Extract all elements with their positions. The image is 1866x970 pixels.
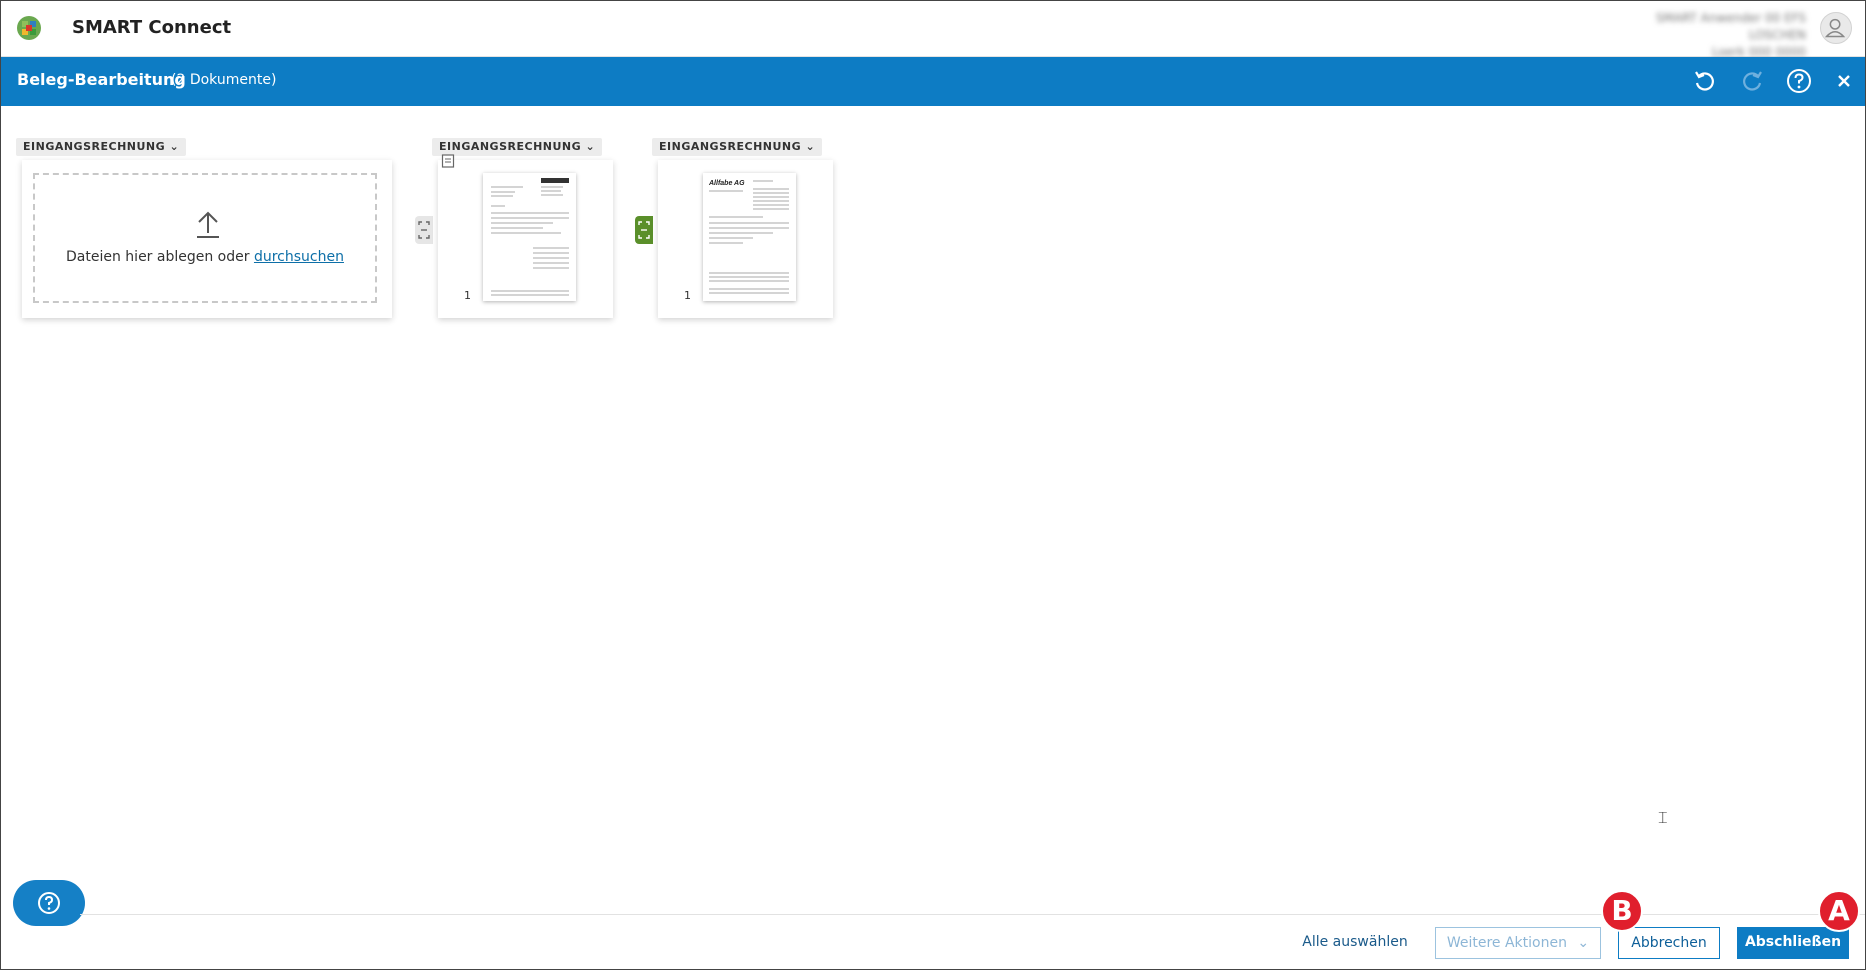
annotation-marker-a: A [1818,890,1860,932]
cancel-button[interactable]: Abbrechen [1618,927,1720,959]
chevron-down-icon: ⌄ [1577,935,1590,951]
dropzone-text: Dateien hier ablegen oder durchsuchen [35,249,375,265]
annotation-marker-b: B [1601,890,1643,932]
thumb-logo: Allfabe AG [708,180,745,187]
invoice-preview [491,178,569,296]
window-frame [0,0,1866,970]
split-document-button-active[interactable] [635,216,653,244]
chevron-down-icon: ⌄ [805,140,816,153]
document-count: (2 Dokumente) [171,72,277,88]
more-actions-dropdown[interactable]: Weitere Aktionen ⌄ [1435,927,1601,959]
help-icon[interactable] [1785,67,1813,95]
app-title: SMART Connect [72,17,232,38]
user-info[interactable]: SMART Anwender 00 EFS LOSCHEN Loerk 000 … [1596,10,1806,61]
floating-help-button[interactable] [13,880,85,926]
redo-icon[interactable] [1738,67,1766,95]
document-type-label: EINGANGSRECHNUNG [439,140,582,153]
avatar[interactable] [1820,12,1852,44]
document-type-dropdown[interactable]: EINGANGSRECHNUNG ⌄ [16,138,187,156]
app-logo-icon [17,16,41,40]
document-type-label: EINGANGSRECHNUNG [23,140,166,153]
browse-link[interactable]: durchsuchen [254,249,344,265]
text-cursor-icon: ⌶ [1658,808,1668,827]
scan-icon [418,221,430,239]
page-number: 1 [464,289,471,302]
dropzone-label: Dateien hier ablegen oder [66,249,254,265]
select-all-button[interactable]: Alle auswählen [1300,927,1410,959]
footer-divider [80,914,1866,915]
page-title: Beleg-Bearbeitung [17,70,186,89]
upload-icon [197,211,219,238]
chevron-down-icon: ⌄ [169,140,180,153]
invoice-preview: Allfabe AG [708,180,789,294]
page-header: Beleg-Bearbeitung (2 Dokumente) [1,57,1865,106]
more-actions-label: Weitere Aktionen [1446,935,1567,951]
user-icon [1824,18,1846,38]
finish-button[interactable]: Abschließen [1737,927,1849,959]
document-type-dropdown[interactable]: EINGANGSRECHNUNG ⌄ [652,138,823,156]
user-name: SMART Anwender 00 EFS LOSCHEN [1655,11,1806,42]
undo-icon[interactable] [1691,67,1719,95]
file-dropzone[interactable]: Dateien hier ablegen oder durchsuchen [33,173,377,303]
chevron-down-icon: ⌄ [585,140,596,153]
document-type-label: EINGANGSRECHNUNG [659,140,802,153]
receipt-icon [441,154,455,168]
scan-icon [638,221,650,239]
app-bar: SMART Connect SMART Anwender 00 EFS LOSC… [0,0,1866,59]
help-icon [38,892,60,914]
document-type-dropdown[interactable]: EINGANGSRECHNUNG ⌄ [432,138,603,156]
split-document-button[interactable] [415,216,433,244]
page-thumbnail[interactable] [483,173,576,301]
page-thumbnail[interactable]: Allfabe AG [703,173,796,301]
close-icon[interactable] [1830,67,1858,95]
page-number: 1 [684,289,691,302]
